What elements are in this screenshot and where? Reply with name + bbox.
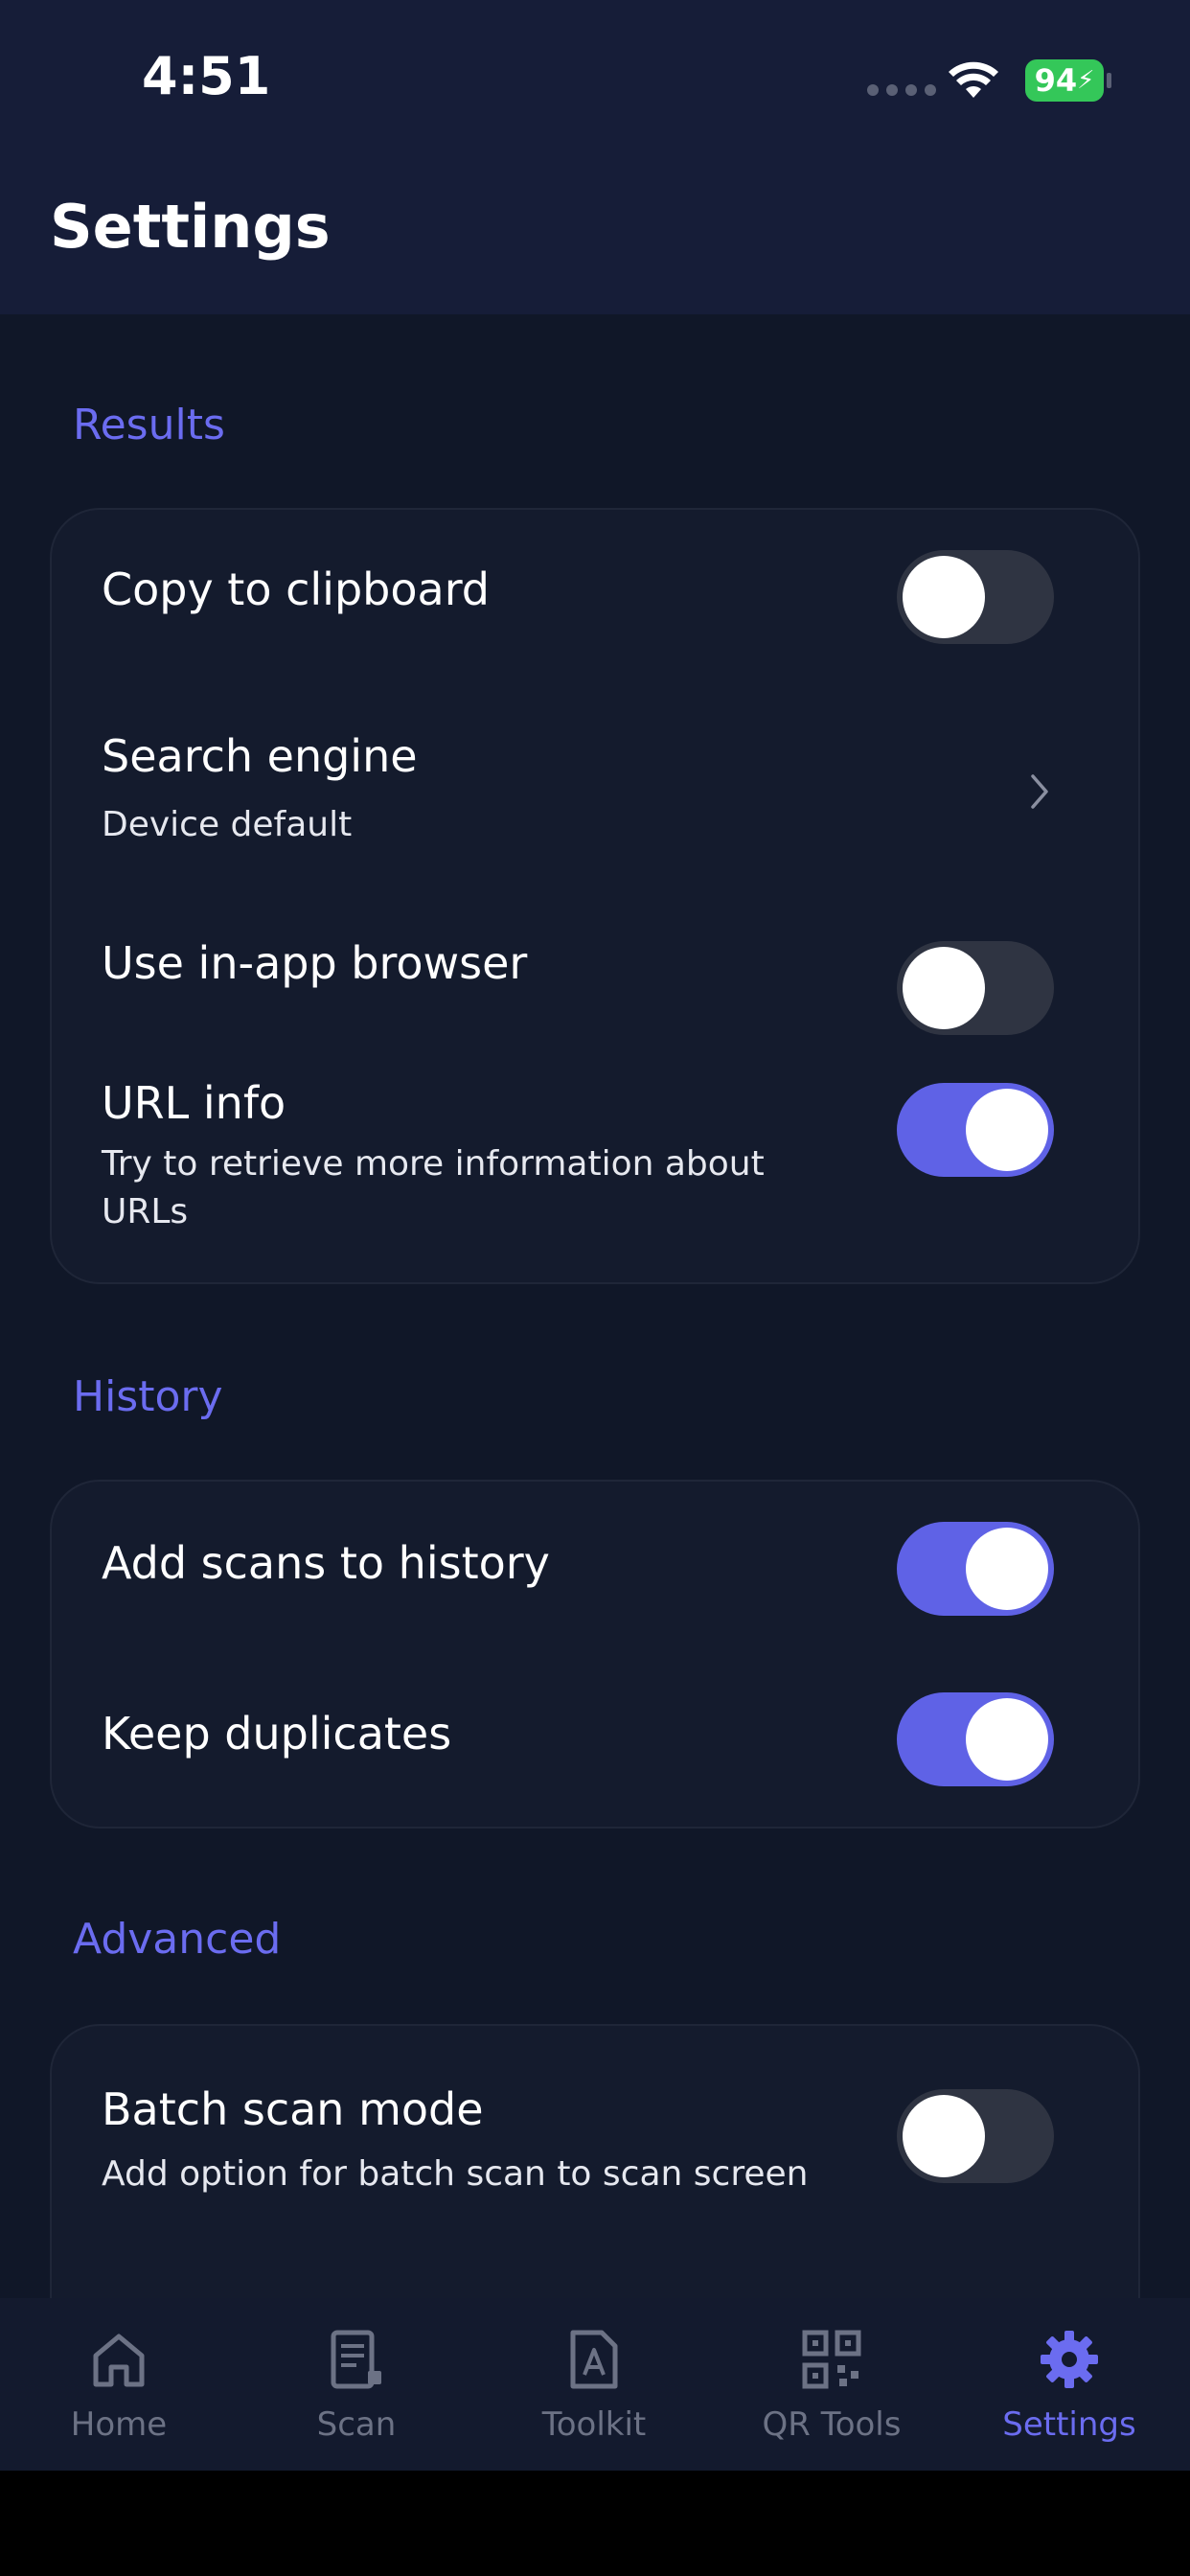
search-engine-value: Device default [102, 805, 353, 844]
search-engine-row[interactable]: Search engine Device default [52, 678, 1138, 889]
tab-qr-tools-label: QR Tools [762, 2405, 902, 2444]
keep-duplicates-row[interactable]: Keep duplicates [52, 1656, 1138, 1828]
tab-toolkit[interactable]: Toolkit [475, 2298, 713, 2471]
batch-scan-label: Batch scan mode [102, 2083, 484, 2135]
batch-scan-description: Add option for batch scan to scan screen [102, 2154, 809, 2194]
section-title-results: Results [73, 401, 225, 449]
tab-settings-label: Settings [1002, 2405, 1136, 2444]
cellular-signal-icon [867, 84, 936, 96]
batch-scan-row[interactable]: Batch scan mode Add option for batch sca… [52, 2026, 1138, 2237]
status-time: 4:51 [142, 46, 271, 106]
tab-scan-label: Scan [316, 2405, 397, 2444]
add-scans-toggle[interactable] [897, 1522, 1054, 1616]
keep-duplicates-label: Keep duplicates [102, 1708, 452, 1760]
history-card: Add scans to history Keep duplicates [50, 1480, 1140, 1828]
header: Settings [0, 153, 1190, 314]
wifi-icon [949, 61, 998, 98]
url-info-toggle[interactable] [897, 1083, 1054, 1177]
copy-to-clipboard-row[interactable]: Copy to clipboard [52, 510, 1138, 678]
url-info-description: Try to retrieve more information about U… [102, 1140, 765, 1236]
add-scans-row[interactable]: Add scans to history [52, 1482, 1138, 1656]
battery-icon: 94 ⚡ [1025, 59, 1104, 102]
search-engine-label: Search engine [102, 730, 418, 782]
tab-home-label: Home [70, 2405, 168, 2444]
in-app-browser-toggle[interactable] [897, 941, 1054, 1035]
home-indicator-area [0, 2471, 1190, 2576]
gear-icon [1041, 2331, 1098, 2388]
tab-qr-tools[interactable]: QR Tools [713, 2298, 950, 2471]
chevron-right-icon [1031, 774, 1048, 809]
url-info-row[interactable]: URL info Try to retrieve more informatio… [52, 1033, 1138, 1284]
add-scans-label: Add scans to history [102, 1537, 550, 1589]
keep-duplicates-toggle[interactable] [897, 1692, 1054, 1786]
in-app-browser-row[interactable]: Use in-app browser [52, 889, 1138, 1035]
url-info-description-line1: Try to retrieve more information about [102, 1144, 765, 1184]
toolkit-icon [570, 2330, 618, 2389]
section-title-advanced: Advanced [73, 1915, 282, 1964]
tab-scan[interactable]: Scan [238, 2298, 475, 2471]
qr-icon [802, 2330, 861, 2389]
copy-to-clipboard-label: Copy to clipboard [102, 564, 490, 615]
home-icon [93, 2334, 145, 2387]
results-card: Copy to clipboard Search engine Device d… [50, 508, 1140, 1284]
tab-bar: Home Scan Toolkit QR Tools Settings [0, 2298, 1190, 2471]
tab-toolkit-label: Toolkit [541, 2405, 647, 2444]
status-bar: 4:51 94 ⚡ [0, 0, 1190, 153]
url-info-label: URL info [102, 1077, 286, 1129]
scan-icon [331, 2330, 381, 2389]
section-title-history: History [73, 1372, 223, 1421]
page-title: Settings [50, 192, 331, 262]
tab-settings[interactable]: Settings [950, 2298, 1188, 2471]
url-info-description-line2: URLs [102, 1192, 189, 1231]
battery-tip [1107, 73, 1111, 88]
in-app-browser-label: Use in-app browser [102, 937, 528, 989]
battery-level: 94 [1034, 62, 1078, 99]
copy-to-clipboard-toggle[interactable] [897, 550, 1054, 644]
tab-home[interactable]: Home [0, 2298, 238, 2471]
batch-scan-toggle[interactable] [897, 2089, 1054, 2183]
